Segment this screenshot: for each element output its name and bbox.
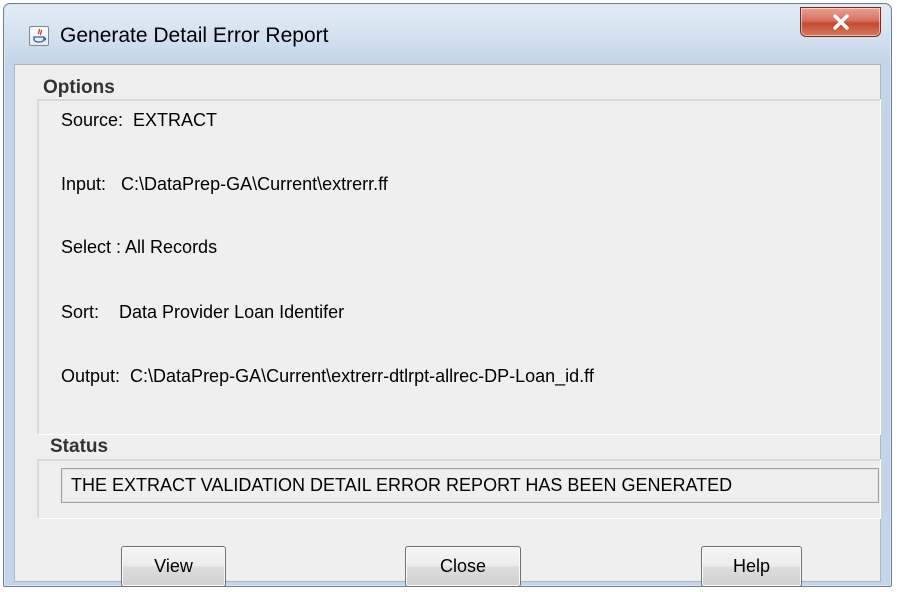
view-button[interactable]: View bbox=[121, 546, 226, 587]
help-button[interactable]: Help bbox=[701, 546, 802, 587]
window-close-button[interactable] bbox=[800, 7, 881, 37]
select-line: Select : All Records bbox=[61, 237, 218, 257]
status-message-field: THE EXTRACT VALIDATION DETAIL ERROR REPO… bbox=[61, 468, 879, 503]
java-icon bbox=[29, 26, 49, 46]
source-line: Source: EXTRACT bbox=[61, 110, 218, 130]
status-heading: Status bbox=[50, 436, 109, 457]
title-bar[interactable]: Generate Detail Error Report bbox=[4, 4, 891, 62]
dialog-content: Options Source: EXTRACT Input: C:\DataPr… bbox=[14, 64, 881, 587]
close-icon bbox=[833, 14, 849, 30]
close-button[interactable]: Close bbox=[405, 546, 521, 587]
input-line: Input: C:\DataPrep-GA\Current\extrerr.ff bbox=[61, 174, 388, 194]
window-title: Generate Detail Error Report bbox=[60, 24, 329, 47]
options-heading: Options bbox=[43, 77, 115, 98]
dialog-window: Generate Detail Error Report Options Sou… bbox=[3, 3, 892, 587]
output-line: Output: C:\DataPrep-GA\Current\extrerr-d… bbox=[61, 366, 594, 386]
sort-line: Sort: Data Provider Loan Identifer bbox=[61, 302, 345, 322]
